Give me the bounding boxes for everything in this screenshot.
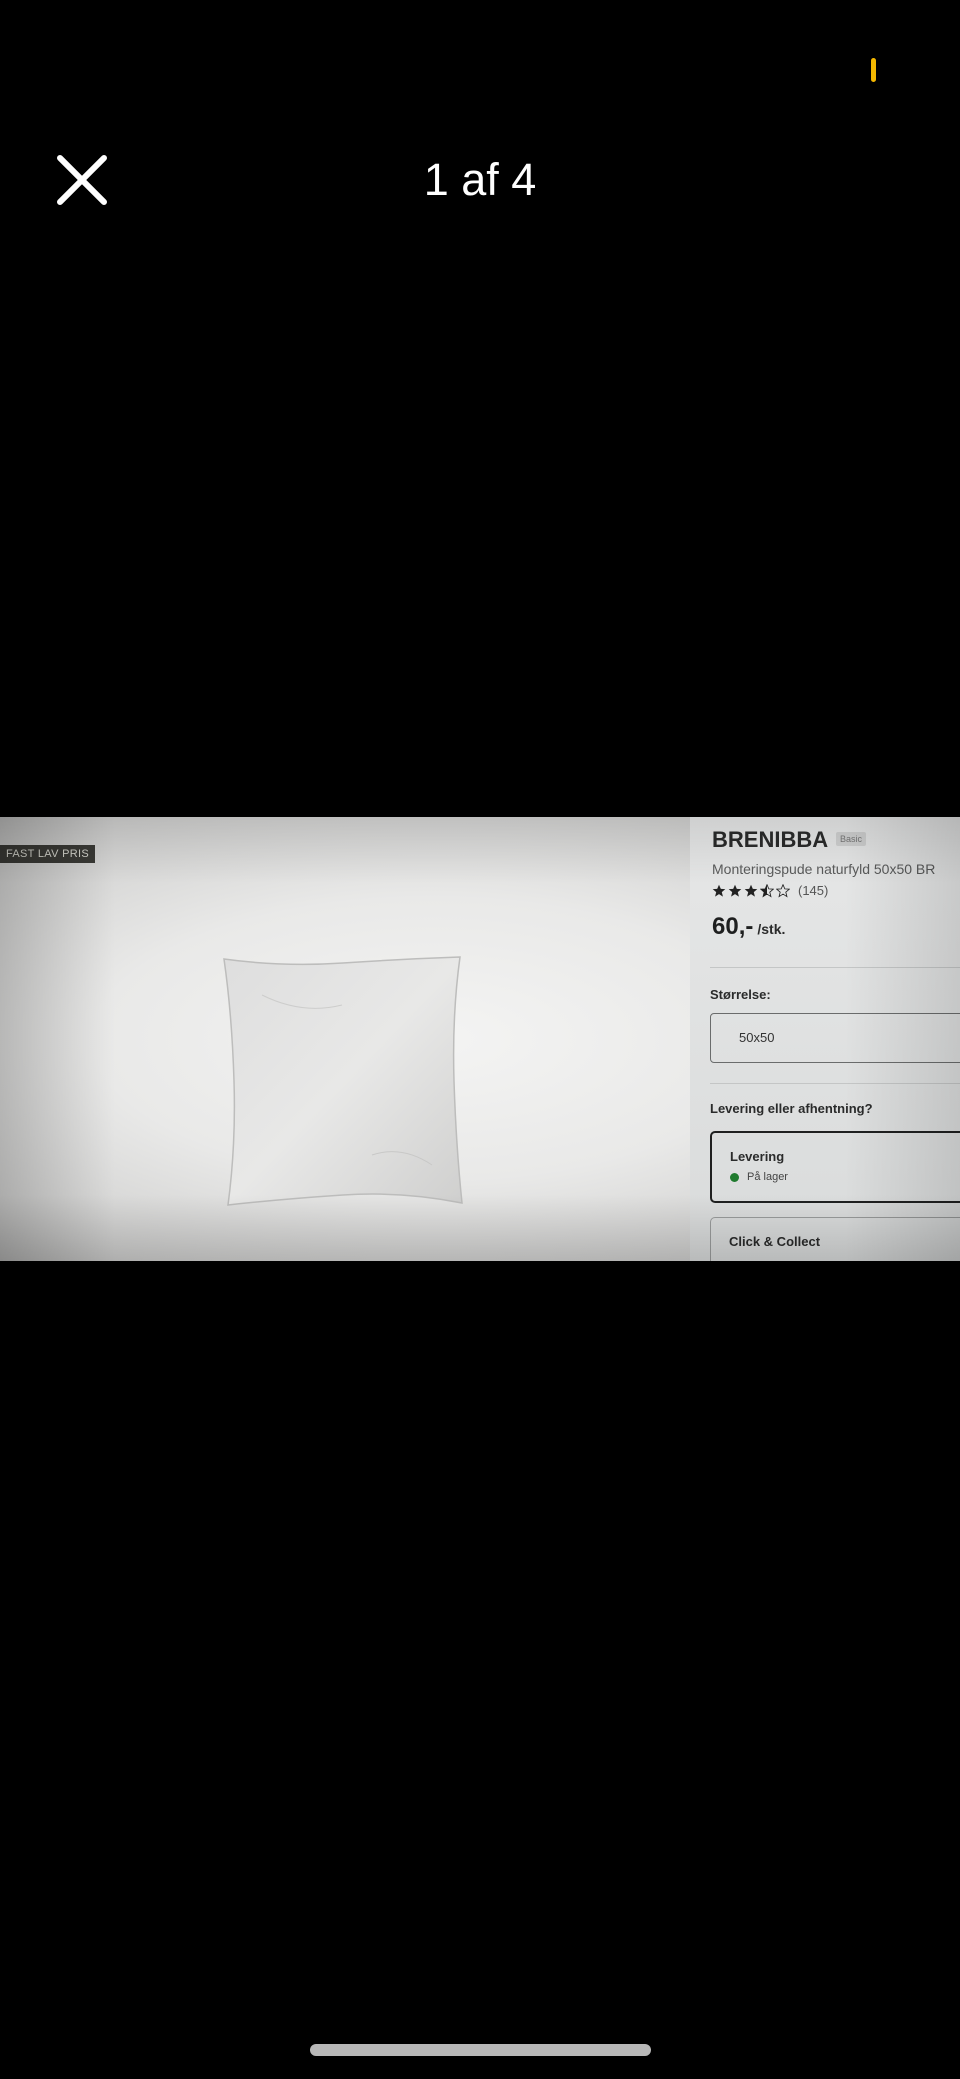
divider xyxy=(710,967,960,968)
size-value: 50x50 xyxy=(739,1030,775,1045)
rating-count: (145) xyxy=(798,883,829,898)
pillow-image xyxy=(222,955,464,1207)
star-full-icon xyxy=(712,884,726,897)
in-stock-dot-icon xyxy=(730,1172,739,1182)
product-price: 60,-/stk. xyxy=(712,913,785,941)
product-rating: (145) xyxy=(712,883,828,898)
price-unit: /stk. xyxy=(757,921,786,937)
home-indicator[interactable] xyxy=(310,2044,651,2056)
price-badge: FAST LAV PRIS xyxy=(0,845,95,863)
click-collect-title: Click & Collect xyxy=(729,1234,821,1249)
star-full-icon xyxy=(728,884,742,897)
product-brand: BRENIBBA xyxy=(712,827,829,852)
product-info-panel: BRENIBBA Basic Monteringspude naturfyld … xyxy=(690,817,960,1261)
status-indicator xyxy=(871,58,876,82)
divider xyxy=(710,1083,960,1084)
product-tag: Basic xyxy=(836,832,867,846)
image-viewer: 1 af 4 FAST LAV PRIS BRENIBBA Basic Mont… xyxy=(0,0,960,2079)
delivery-stock-status: På lager xyxy=(730,1171,788,1183)
delivery-option-title: Levering xyxy=(730,1149,785,1164)
star-empty-icon xyxy=(776,883,790,898)
star-half-icon xyxy=(760,883,774,898)
product-photo[interactable]: FAST LAV PRIS BRENIBBA Basic Monteringsp… xyxy=(0,817,960,1261)
size-label: Størrelse: xyxy=(710,987,771,1002)
image-counter: 1 af 4 xyxy=(423,154,537,205)
stock-status-text: På lager xyxy=(747,1171,788,1183)
delivery-option[interactable]: Levering På lager xyxy=(710,1131,960,1203)
size-select[interactable]: 50x50 xyxy=(710,1013,960,1063)
price-value: 60,- xyxy=(712,913,754,940)
click-collect-option[interactable]: Click & Collect xyxy=(710,1217,960,1261)
product-subtitle: Monteringspude naturfyld 50x50 BR xyxy=(712,861,936,877)
star-full-icon xyxy=(744,884,758,897)
delivery-question: Levering eller afhentning? xyxy=(710,1101,873,1116)
